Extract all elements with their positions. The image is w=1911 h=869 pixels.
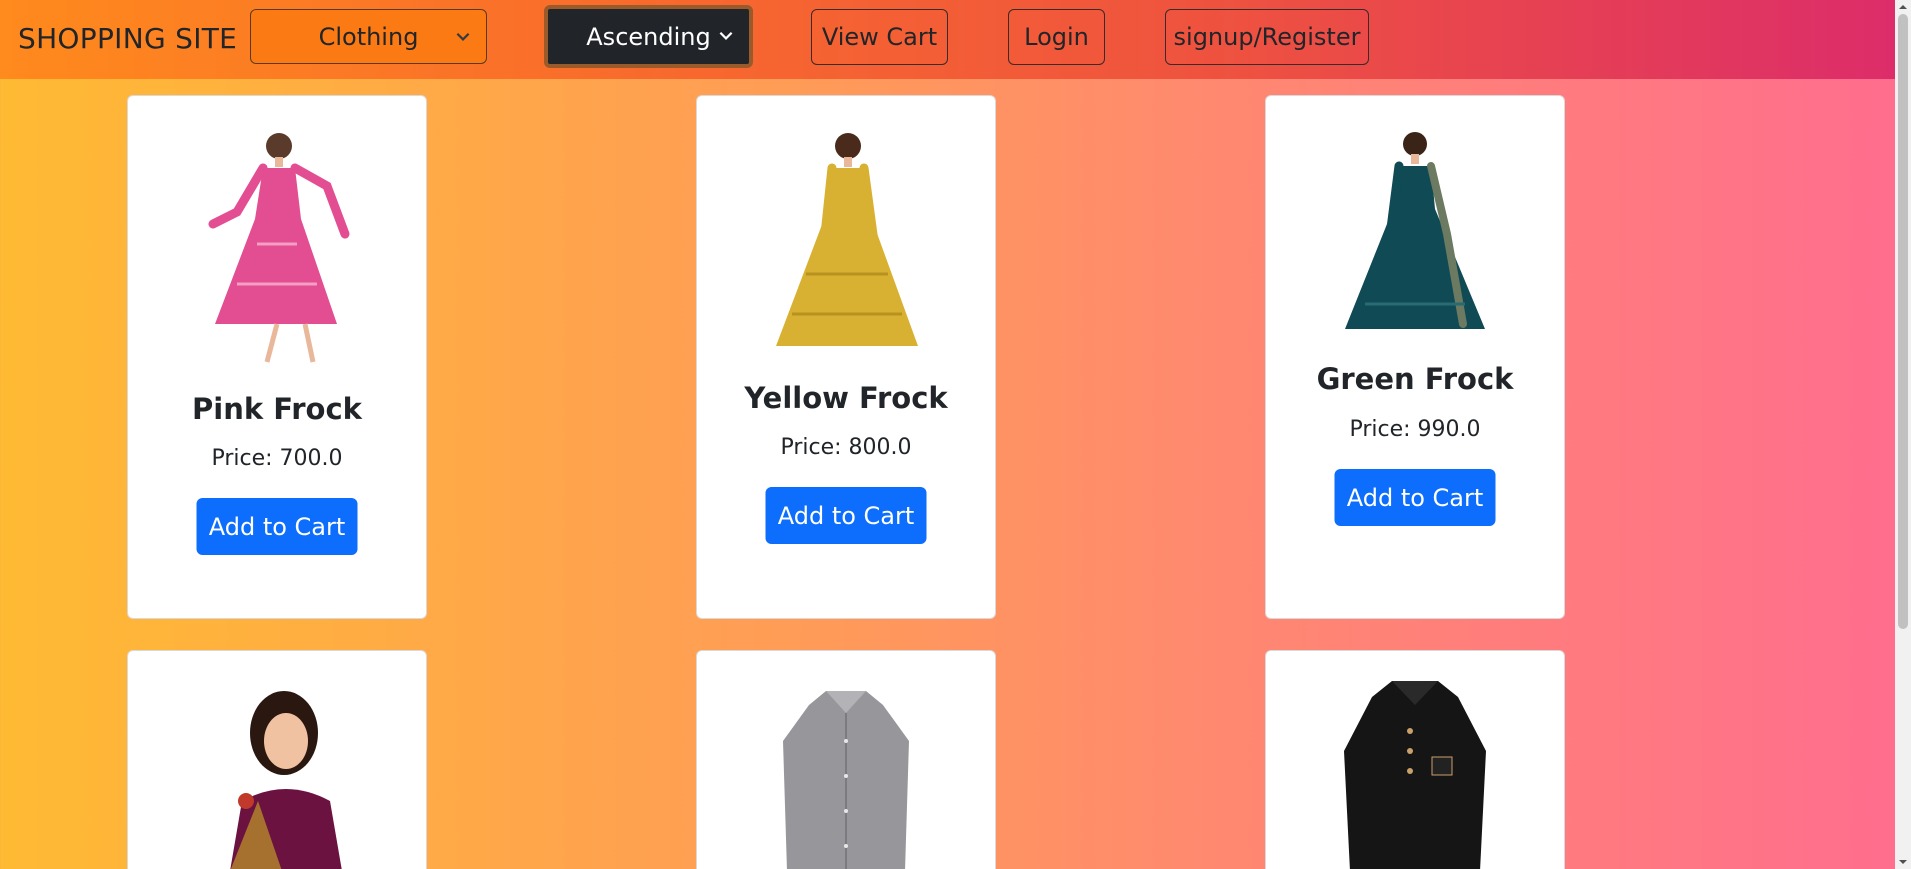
top-navbar: SHOPPING SITE Clothing Ascending View Ca… <box>0 0 1911 79</box>
view-cart-button[interactable]: View Cart <box>811 9 948 65</box>
product-card <box>127 650 427 869</box>
signup-register-button[interactable]: signup/Register <box>1165 9 1369 65</box>
product-price: Price: 700.0 <box>211 446 343 471</box>
category-select-value: Clothing <box>318 22 419 51</box>
saree-image <box>230 691 342 869</box>
chevron-down-icon <box>719 31 733 40</box>
black-shirt-image <box>1344 681 1486 869</box>
product-title: Pink Frock <box>192 392 362 426</box>
product-card: Green Frock Price: 990.0 Add to Cart <box>1265 95 1565 619</box>
login-button[interactable]: Login <box>1008 9 1105 65</box>
product-title: Yellow Frock <box>744 381 948 415</box>
product-card: Pink Frock Price: 700.0 Add to Cart <box>127 95 427 619</box>
brand-title[interactable]: SHOPPING SITE <box>18 22 237 55</box>
add-to-cart-button[interactable]: Add to Cart <box>1334 469 1496 526</box>
product-card <box>1265 650 1565 869</box>
yellow-frock-image <box>776 133 918 346</box>
sort-order-value: Ascending <box>586 22 711 51</box>
product-price: Price: 800.0 <box>780 435 912 460</box>
product-card: Yellow Frock Price: 800.0 Add to Cart <box>696 95 996 619</box>
pink-frock-image <box>208 133 350 363</box>
product-price: Price: 990.0 <box>1349 417 1481 442</box>
scroll-up-icon[interactable] <box>1898 2 1908 12</box>
add-to-cart-button[interactable]: Add to Cart <box>196 498 358 555</box>
product-title: Green Frock <box>1316 362 1514 396</box>
green-frock-image <box>1345 132 1485 329</box>
scroll-thumb[interactable] <box>1898 14 1908 629</box>
add-to-cart-button[interactable]: Add to Cart <box>765 487 927 544</box>
category-select[interactable]: Clothing <box>250 9 487 64</box>
sort-order-select[interactable]: Ascending <box>544 5 753 68</box>
chevron-down-icon <box>456 32 470 41</box>
page-scrollbar[interactable] <box>1895 0 1911 869</box>
product-card <box>696 650 996 869</box>
grey-shirt-image <box>783 691 909 869</box>
scroll-down-icon[interactable] <box>1898 857 1908 867</box>
